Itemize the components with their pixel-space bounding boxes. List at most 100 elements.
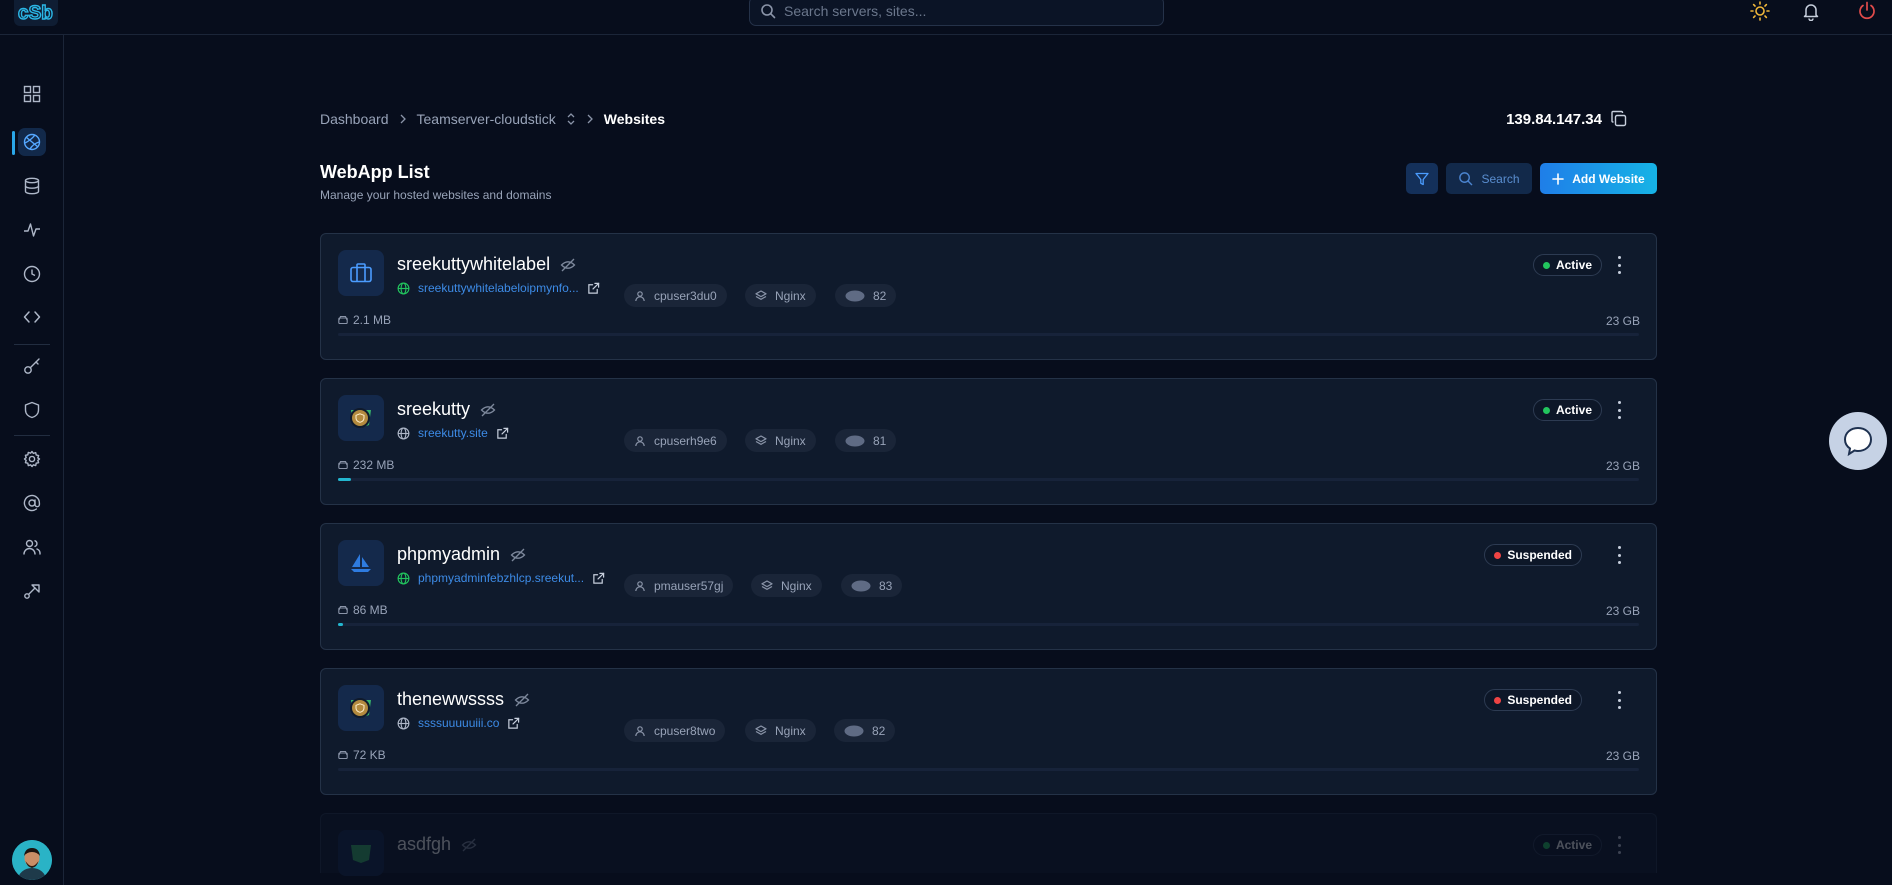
more-options-button[interactable] bbox=[1616, 836, 1622, 854]
system-user-text: cpuser8two bbox=[654, 723, 716, 738]
app-name[interactable]: sreekuttywhitelabel bbox=[397, 254, 576, 275]
status-badge: Active bbox=[1532, 254, 1602, 276]
sidebar-item-databases[interactable] bbox=[18, 172, 46, 200]
users-icon bbox=[23, 539, 41, 555]
disk-quota: 23 GB bbox=[1605, 459, 1640, 473]
sun-icon bbox=[1750, 1, 1770, 21]
external-link-icon[interactable] bbox=[507, 717, 520, 730]
disk-usage-text: 232 MB bbox=[353, 458, 395, 472]
external-link-icon[interactable] bbox=[592, 572, 605, 585]
sidebar-item-monitoring[interactable] bbox=[18, 216, 46, 244]
disk-usage-text: 72 KB bbox=[353, 748, 386, 762]
more-options-button[interactable] bbox=[1616, 691, 1622, 709]
disk-usage-bar bbox=[338, 768, 1639, 771]
global-search[interactable] bbox=[749, 0, 1164, 26]
global-search-input[interactable] bbox=[784, 3, 1144, 19]
app-domain[interactable]: sreekutty.site bbox=[397, 426, 509, 440]
hard-drive-icon bbox=[338, 605, 348, 615]
external-link-icon[interactable] bbox=[587, 282, 600, 295]
cursor-pointer-icon bbox=[24, 584, 40, 599]
sidebar-item-dashboard[interactable] bbox=[18, 80, 46, 108]
app-name-text[interactable]: phpmyadmin bbox=[397, 544, 500, 565]
chevron-up-down-icon[interactable] bbox=[566, 112, 576, 126]
layers-icon bbox=[755, 289, 767, 300]
key-icon bbox=[24, 358, 40, 374]
webapp-card[interactable]: sreekuttywhitelabel sreekuttywhitelabelo… bbox=[320, 233, 1657, 360]
app-domain-text[interactable]: sreekutty.site bbox=[418, 426, 488, 440]
sidebar-item-cron-jobs[interactable] bbox=[18, 260, 46, 288]
code-shield-icon bbox=[351, 845, 371, 863]
sidebar-item-ssh-keys[interactable] bbox=[18, 352, 46, 380]
more-options-button[interactable] bbox=[1616, 546, 1622, 564]
app-name[interactable]: phpmyadmin bbox=[397, 544, 526, 565]
ssl-badge bbox=[350, 408, 370, 428]
system-user-text: cpuserh9e6 bbox=[654, 433, 717, 448]
app-name[interactable]: asdfgh bbox=[397, 834, 477, 855]
app-domain[interactable]: sreekuttywhitelabeloipmynfo... bbox=[397, 281, 600, 295]
webapp-card[interactable]: asdfgh Active bbox=[320, 813, 1657, 876]
logout-button[interactable] bbox=[1855, 0, 1879, 22]
system-user-badge: cpuser8two bbox=[624, 719, 726, 742]
filter-button[interactable] bbox=[1406, 163, 1438, 194]
sidebar-item-settings[interactable] bbox=[18, 445, 46, 473]
app-domain[interactable]: ssssuuuuuiii.co bbox=[397, 716, 520, 730]
status-text: Active bbox=[1555, 838, 1592, 852]
app-name-text[interactable]: sreekuttywhitelabel bbox=[397, 254, 550, 275]
eye-off-icon[interactable] bbox=[480, 402, 496, 418]
user-avatar[interactable] bbox=[12, 840, 52, 880]
php-icon bbox=[851, 580, 871, 591]
breadcrumb-server[interactable]: Teamserver-cloudstick bbox=[417, 111, 556, 127]
search-button[interactable]: Search bbox=[1446, 163, 1532, 194]
logo[interactable]: cSb bbox=[14, 0, 58, 26]
eye-off-icon[interactable] bbox=[461, 837, 477, 853]
globe-icon bbox=[397, 572, 410, 584]
add-website-button[interactable]: Add Website bbox=[1540, 163, 1657, 194]
eye-off-icon[interactable] bbox=[510, 547, 526, 563]
webapp-card[interactable]: thenewwssss ssssuuuuuiii.co cpuser8two N… bbox=[320, 668, 1657, 795]
app-name[interactable]: thenewwssss bbox=[397, 689, 530, 710]
more-options-button[interactable] bbox=[1616, 256, 1622, 274]
more-options-button[interactable] bbox=[1616, 401, 1622, 419]
dashboard-icon bbox=[23, 85, 41, 103]
search-icon bbox=[761, 4, 776, 19]
eye-off-icon[interactable] bbox=[560, 257, 576, 273]
app-name-text[interactable]: thenewwssss bbox=[397, 689, 504, 710]
app-name-text[interactable]: asdfgh bbox=[397, 834, 451, 855]
app-name-text[interactable]: sreekutty bbox=[397, 399, 470, 420]
chevron-right-icon bbox=[587, 114, 593, 124]
theme-toggle-button[interactable] bbox=[1748, 0, 1772, 22]
chat-widget-button[interactable] bbox=[1829, 412, 1887, 470]
app-domain-text[interactable]: sreekuttywhitelabeloipmynfo... bbox=[418, 281, 579, 295]
layers-icon bbox=[755, 724, 767, 735]
app-domain[interactable]: phpmyadminfebzhlcp.sreekut... bbox=[397, 571, 605, 585]
app-domain-text[interactable]: ssssuuuuuiii.co bbox=[418, 716, 499, 730]
breadcrumb-dashboard[interactable]: Dashboard bbox=[320, 111, 389, 127]
php-version-text: 82 bbox=[872, 723, 886, 738]
status-dot bbox=[1542, 841, 1550, 849]
notifications-button[interactable] bbox=[1799, 0, 1823, 22]
layers-icon bbox=[761, 579, 773, 590]
sidebar-item-email[interactable] bbox=[18, 489, 46, 517]
server-ip: 139.84.147.34 bbox=[1506, 110, 1628, 128]
disk-usage: 2.1 MB bbox=[338, 313, 391, 327]
sidebar-item-websites[interactable] bbox=[18, 128, 46, 156]
app-domain-text[interactable]: phpmyadminfebzhlcp.sreekut... bbox=[418, 571, 584, 585]
eye-off-icon[interactable] bbox=[514, 692, 530, 708]
webapp-card[interactable]: sreekutty sreekutty.site cpuserh9e6 Ngin… bbox=[320, 378, 1657, 505]
webapp-card[interactable]: phpmyadmin phpmyadminfebzhlcp.sreekut...… bbox=[320, 523, 1657, 650]
sidebar-item-users[interactable] bbox=[18, 533, 46, 561]
system-user-text: cpuser3du0 bbox=[654, 288, 717, 303]
user-icon bbox=[635, 435, 645, 446]
sidebar-item-security[interactable] bbox=[18, 396, 46, 424]
sidebar-item-code[interactable] bbox=[18, 303, 46, 331]
search-icon bbox=[1459, 172, 1473, 186]
sidebar bbox=[0, 35, 64, 885]
disk-usage-text: 2.1 MB bbox=[353, 313, 392, 327]
sidebar-divider bbox=[14, 344, 50, 345]
app-name[interactable]: sreekutty bbox=[397, 399, 496, 420]
breadcrumb: Dashboard Teamserver-cloudstick Websites bbox=[320, 111, 665, 127]
database-icon bbox=[24, 177, 40, 195]
copy-icon[interactable] bbox=[1610, 110, 1628, 128]
sidebar-item-deploy[interactable] bbox=[18, 577, 46, 605]
external-link-icon[interactable] bbox=[496, 427, 509, 440]
